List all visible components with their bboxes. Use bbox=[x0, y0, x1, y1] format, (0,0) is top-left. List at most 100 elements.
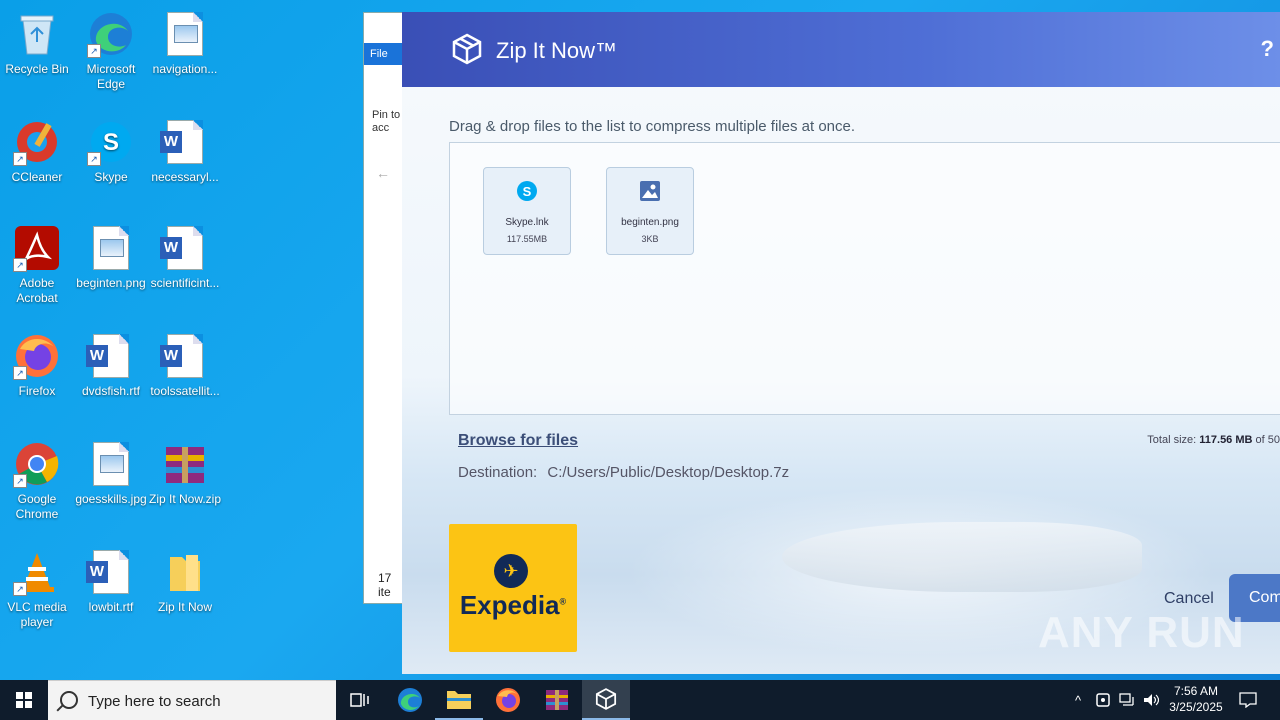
desktop-icon-label: dvdsfish.rtf bbox=[81, 384, 141, 398]
word-document-icon: W bbox=[86, 548, 135, 596]
desktop-icon-recycle-bin[interactable]: Recycle Bin bbox=[0, 10, 74, 77]
desktop-icon-label: Recycle Bin bbox=[5, 62, 69, 76]
image-file-icon bbox=[640, 181, 660, 201]
ccleaner-icon: ↗ bbox=[13, 118, 61, 166]
shortcut-arrow-icon: ↗ bbox=[13, 152, 27, 166]
desktop-icon-label: Zip It Now bbox=[157, 600, 212, 614]
volume-button[interactable] bbox=[1140, 680, 1162, 720]
destination-path[interactable]: C:/Users/Public/Desktop/Desktop.7z bbox=[547, 464, 789, 481]
taskbar-winrar[interactable] bbox=[533, 680, 581, 720]
cancel-button[interactable]: Cancel bbox=[1164, 590, 1214, 608]
clock-time: 7:56 AM bbox=[1173, 684, 1219, 698]
shortcut-arrow-icon: ↗ bbox=[13, 582, 27, 596]
tray-app-icon[interactable] bbox=[1092, 680, 1114, 720]
destination: Destination: C:/Users/Public/Desktop/Des… bbox=[458, 464, 789, 481]
help-button[interactable]: ? bbox=[1261, 36, 1274, 62]
search-icon bbox=[60, 691, 78, 709]
explorer-file-tab[interactable]: File bbox=[364, 43, 404, 65]
total-size-label: Total size: bbox=[1147, 434, 1197, 446]
expedia-ad[interactable]: ✈ Expedia® bbox=[449, 524, 577, 652]
taskbar-zip-it-now[interactable] bbox=[582, 680, 630, 720]
skype-icon: S ↗ bbox=[87, 118, 135, 166]
search-placeholder: Type here to search bbox=[88, 693, 221, 710]
taskbar-firefox[interactable] bbox=[484, 680, 532, 720]
desktop-icon-label: Firefox bbox=[18, 384, 56, 398]
explorer-pin-button[interactable]: Pin to acc bbox=[372, 109, 404, 135]
taskbar-search[interactable]: Type here to search bbox=[48, 680, 336, 720]
file-tile-size: 117.55MB bbox=[506, 234, 548, 244]
desktop-icon-lowbit-rtf[interactable]: W lowbit.rtf bbox=[74, 548, 148, 615]
firefox-icon: ↗ bbox=[13, 332, 61, 380]
desktop-icon-beginten-png[interactable]: beginten.png bbox=[74, 224, 148, 291]
word-document-icon: W bbox=[160, 224, 209, 272]
show-hidden-icons-button[interactable]: ^ bbox=[1068, 680, 1088, 720]
image-file-icon bbox=[87, 440, 135, 488]
desktop-icon-zip-it-now-zip[interactable]: Zip It Now.zip bbox=[148, 440, 222, 507]
word-document-icon: W bbox=[86, 332, 135, 380]
adobe-acrobat-icon: ↗ bbox=[13, 224, 61, 272]
network-icon bbox=[1119, 693, 1134, 706]
shortcut-arrow-icon: ↗ bbox=[13, 258, 27, 272]
desktop-icon-adobe-acrobat[interactable]: ↗ Adobe Acrobat bbox=[0, 224, 74, 306]
desktop-icon-skype[interactable]: S ↗ Skype bbox=[74, 118, 148, 185]
firefox-icon bbox=[496, 688, 520, 712]
back-arrow-icon[interactable]: ← bbox=[376, 165, 390, 181]
desktop-icon-toolssatellit[interactable]: W toolssatellit... bbox=[148, 332, 222, 399]
desktop-icon-label: navigation... bbox=[152, 62, 218, 76]
desktop-icon-scientificint[interactable]: W scientificint... bbox=[148, 224, 222, 291]
task-view-icon bbox=[350, 693, 369, 707]
desktop-icon-label: Google Chrome bbox=[15, 492, 59, 521]
desktop-icon-vlc[interactable]: ↗ VLC media player bbox=[0, 548, 74, 630]
taskbar-file-explorer[interactable] bbox=[435, 680, 483, 720]
vlc-cone-icon: ↗ bbox=[13, 548, 61, 596]
desktop-icon-dvdsfish-rtf[interactable]: W dvdsfish.rtf bbox=[74, 332, 148, 399]
desktop-icon-label: lowbit.rtf bbox=[88, 600, 134, 614]
desktop-icon-label: scientificint... bbox=[150, 276, 220, 290]
taskbar: Type here to search ^ 7:56 AM 3/25/2025 bbox=[0, 680, 1280, 720]
start-button[interactable] bbox=[0, 680, 48, 720]
boat-background-image bbox=[782, 522, 1142, 592]
file-tile[interactable]: beginten.png 3KB bbox=[606, 167, 694, 255]
file-tile[interactable]: S Skype.lnk 117.55MB bbox=[483, 167, 571, 255]
total-size-suffix: of 50 bbox=[1255, 434, 1280, 446]
plane-icon: ✈ bbox=[494, 554, 528, 588]
task-view-button[interactable] bbox=[336, 680, 384, 720]
desktop-icon-google-chrome[interactable]: ↗ Google Chrome bbox=[0, 440, 74, 522]
edge-icon bbox=[398, 688, 422, 712]
tray-shield-icon bbox=[1096, 693, 1110, 707]
desktop-icon-label: Microsoft Edge bbox=[86, 62, 136, 91]
total-size-value: 117.56 MB bbox=[1199, 434, 1253, 446]
shortcut-arrow-icon: ↗ bbox=[13, 366, 27, 380]
shortcut-arrow-icon: ↗ bbox=[87, 152, 101, 166]
zip-title: Zip It Now™ bbox=[496, 38, 618, 63]
word-document-icon: W bbox=[160, 332, 209, 380]
desktop-icon-firefox[interactable]: ↗ Firefox bbox=[0, 332, 74, 399]
file-tile-name: beginten.png bbox=[621, 217, 679, 228]
image-file-icon bbox=[161, 10, 209, 58]
shortcut-arrow-icon: ↗ bbox=[13, 474, 27, 488]
anyrun-watermark: ANY RUN bbox=[1038, 608, 1245, 657]
image-file-icon bbox=[87, 224, 135, 272]
notification-center-button[interactable] bbox=[1236, 680, 1260, 720]
desktop-icon-microsoft-edge[interactable]: ↗ Microsoft Edge bbox=[74, 10, 148, 92]
desktop-icon-label: toolssatellit... bbox=[150, 384, 220, 398]
zip-it-now-window: Zip It Now™ ? Drag & drop files to the l… bbox=[402, 12, 1280, 674]
network-button[interactable] bbox=[1116, 680, 1138, 720]
desktop-icon-label: goesskills.jpg bbox=[75, 492, 147, 506]
winrar-icon bbox=[546, 690, 568, 710]
drop-hint-text: Drag & drop files to the list to compres… bbox=[449, 118, 856, 135]
destination-label: Destination: bbox=[458, 464, 538, 481]
winrar-archive-icon bbox=[161, 440, 209, 488]
browse-for-files-link[interactable]: Browse for files bbox=[458, 432, 578, 450]
taskbar-edge[interactable] bbox=[386, 680, 434, 720]
file-explorer-window[interactable]: File Pin to acc ← 17 ite bbox=[363, 12, 405, 604]
desktop-icon-zip-it-now-folder[interactable]: Zip It Now bbox=[148, 548, 222, 615]
desktop-icon-goesskills-jpg[interactable]: goesskills.jpg bbox=[74, 440, 148, 507]
desktop-icon-label: Skype bbox=[94, 170, 128, 184]
file-drop-area[interactable]: S Skype.lnk 117.55MB beginten.png 3KB bbox=[449, 142, 1280, 415]
box-logo-icon bbox=[595, 688, 617, 710]
desktop-icon-ccleaner[interactable]: ↗ CCleaner bbox=[0, 118, 74, 185]
desktop-icon-navigation[interactable]: navigation... bbox=[148, 10, 222, 77]
taskbar-clock[interactable]: 7:56 AM 3/25/2025 bbox=[1160, 683, 1232, 715]
desktop-icon-necessaryl[interactable]: W necessaryl... bbox=[148, 118, 222, 185]
